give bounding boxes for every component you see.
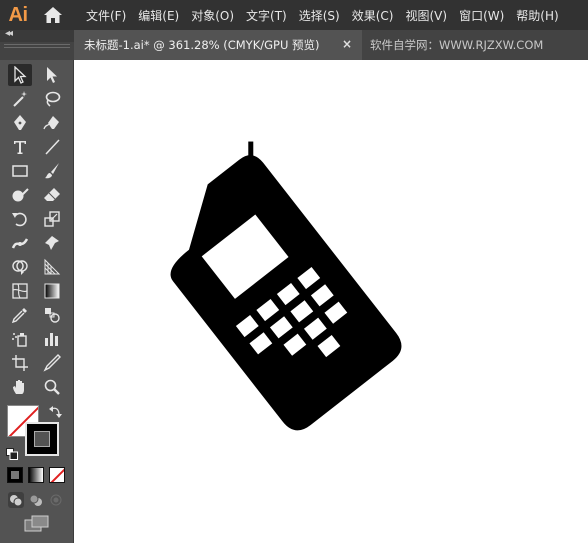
menu-view[interactable]: 视图(V) (405, 7, 447, 24)
column-graph-tool[interactable] (40, 328, 64, 350)
magic-wand-tool[interactable] (8, 88, 32, 110)
document-tab-strip: ◂◂ 未标题-1.ai* @ 361.28% (CMYK/GPU 预览) × 软… (0, 28, 588, 60)
swap-fill-stroke-icon[interactable] (48, 404, 62, 418)
home-icon (44, 7, 62, 23)
phone-body (170, 155, 402, 431)
gradient-tool-icon (44, 283, 60, 299)
type-tool-icon (14, 141, 26, 154)
menu-select[interactable]: 选择(S) (299, 7, 340, 24)
menu-items: 文件(F) 编辑(E) 对象(O) 文字(T) 选择(S) 效果(C) 视图(V… (86, 7, 571, 24)
slice-tool-icon (43, 354, 61, 372)
rectangle-tool-icon (12, 165, 28, 177)
close-tab-button[interactable]: × (342, 37, 352, 51)
pen-tool[interactable] (8, 112, 32, 134)
artboard-tool-icon (12, 355, 28, 371)
artboard-tool[interactable] (8, 352, 32, 374)
color-mode-button[interactable] (7, 467, 23, 483)
column-graph-tool-icon (45, 333, 58, 346)
symbol-sprayer-tool[interactable] (8, 328, 32, 350)
pen-tool-icon (14, 115, 26, 130)
paintbrush-tool-icon (45, 163, 59, 179)
zoom-tool[interactable] (40, 376, 64, 398)
menu-effect[interactable]: 效果(C) (352, 7, 394, 24)
lasso-tool[interactable] (40, 88, 64, 110)
rotate-tool-icon (12, 212, 27, 227)
eraser-tool[interactable] (40, 184, 64, 206)
home-button[interactable] (36, 0, 70, 30)
none-icon (50, 468, 64, 482)
tab-document-inactive[interactable]: 软件自学网：WWW.RJZXW.COM (362, 30, 543, 60)
lasso-tool-icon (45, 91, 61, 107)
menu-window[interactable]: 窗口(W) (459, 7, 504, 24)
eyedropper-tool-icon (11, 308, 27, 324)
shape-builder-tool[interactable] (8, 256, 32, 278)
mobile-phone-artwork (170, 141, 402, 431)
hand-tool[interactable] (8, 376, 32, 398)
gradient-tool[interactable] (40, 280, 64, 302)
paintbrush-tool[interactable] (40, 160, 64, 182)
blend-tool[interactable] (40, 304, 64, 326)
default-fill-stroke-icon[interactable] (6, 445, 18, 460)
rectangle-tool[interactable] (8, 160, 32, 182)
tab-title: 未标题-1.ai* @ 361.28% (CMYK/GPU 预览) (84, 38, 320, 52)
panel-grip[interactable] (4, 44, 70, 48)
screen-mode-button[interactable] (24, 515, 50, 533)
selection-tool-icon (14, 66, 27, 84)
slice-tool[interactable] (40, 352, 64, 374)
app-logo: Ai (8, 3, 29, 26)
shaper-tool-icon (12, 188, 29, 202)
direct-selection-tool-icon (47, 67, 57, 83)
eyedropper-tool[interactable] (8, 304, 32, 326)
stroke-swatch[interactable] (25, 422, 59, 456)
draw-behind-icon (29, 494, 42, 506)
width-tool[interactable] (8, 232, 32, 254)
width-tool-icon (11, 238, 29, 249)
tab-title-inactive: 软件自学网：WWW.RJZXW.COM (370, 38, 544, 52)
curvature-tool-icon (43, 116, 59, 130)
menu-edit[interactable]: 编辑(E) (138, 7, 179, 24)
mesh-tool-icon (12, 283, 28, 299)
draw-normal-button[interactable] (8, 492, 24, 508)
draw-inside-button[interactable] (48, 492, 64, 508)
line-segment-tool-icon (45, 139, 60, 155)
scale-tool[interactable] (40, 208, 64, 230)
symbol-sprayer-tool-icon (12, 333, 27, 347)
menu-file[interactable]: 文件(F) (86, 7, 126, 24)
collapse-panel-button[interactable]: ◂◂ (0, 28, 74, 42)
draw-inside-icon (50, 494, 62, 506)
rotate-tool[interactable] (8, 208, 32, 230)
perspective-grid-tool[interactable] (40, 256, 64, 278)
blend-tool-icon (45, 308, 60, 323)
zoom-tool-icon (44, 379, 60, 395)
perspective-grid-tool-icon (44, 258, 61, 275)
menu-help[interactable]: 帮助(H) (516, 7, 558, 24)
curvature-tool[interactable] (40, 112, 64, 134)
menu-type[interactable]: 文字(T) (246, 7, 287, 24)
double-chevron-left-icon: ◂◂ (5, 28, 13, 39)
magic-wand-tool-icon (13, 91, 27, 107)
canvas[interactable] (74, 60, 588, 543)
eraser-tool-icon (44, 188, 60, 201)
shaper-tool[interactable] (8, 184, 32, 206)
selection-tool[interactable] (8, 64, 32, 86)
tab-document-active[interactable]: 未标题-1.ai* @ 361.28% (CMYK/GPU 预览) (74, 30, 362, 60)
menu-bar: Ai 文件(F) 编辑(E) 对象(O) 文字(T) 选择(S) 效果(C) 视… (0, 0, 588, 30)
menu-object[interactable]: 对象(O) (191, 7, 234, 24)
screen-mode-icon (24, 515, 49, 532)
line-segment-tool[interactable] (40, 136, 64, 158)
puppet-warp-tool[interactable] (40, 232, 64, 254)
mesh-tool[interactable] (8, 280, 32, 302)
draw-behind-button[interactable] (28, 492, 44, 508)
type-tool[interactable] (8, 136, 32, 158)
none-mode-button[interactable] (49, 467, 65, 483)
gradient-mode-button[interactable] (28, 467, 44, 483)
hand-tool-icon (13, 380, 24, 394)
puppet-warp-tool-icon (45, 236, 59, 250)
draw-normal-icon (10, 495, 23, 507)
scale-tool-icon (44, 211, 60, 227)
shape-builder-tool-icon (12, 260, 28, 275)
direct-selection-tool[interactable] (40, 64, 64, 86)
tools-panel (0, 60, 74, 543)
